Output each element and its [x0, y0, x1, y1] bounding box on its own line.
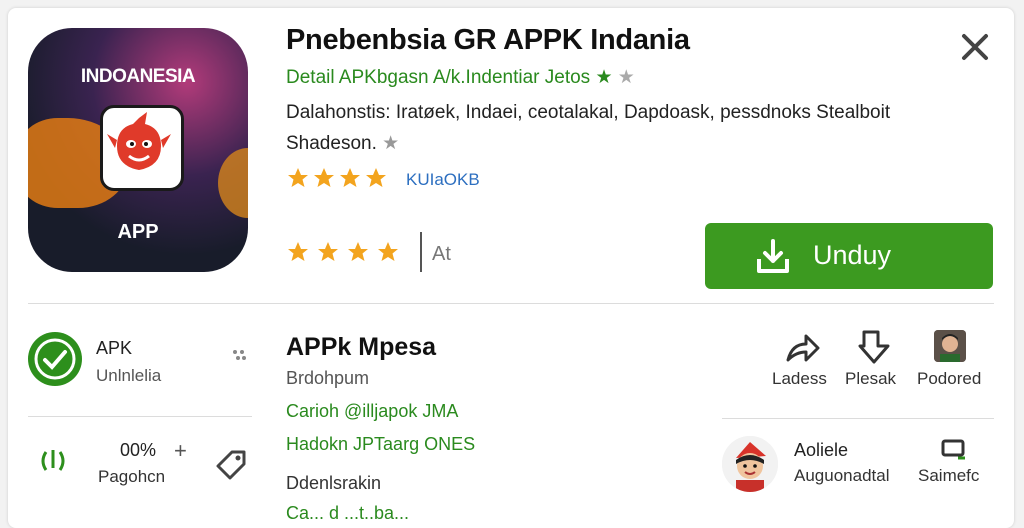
- action-label[interactable]: Podored: [917, 369, 981, 389]
- save-icon[interactable]: [856, 328, 892, 366]
- app-icon-label: APP: [117, 221, 159, 243]
- star-icon: ★: [595, 67, 613, 88]
- left-row1-sub: Unlnlelia: [96, 366, 162, 385]
- app-subtitle: Detail APKbgasn A/k.Indentiar Jetos ★ ★: [286, 66, 635, 89]
- divider: [28, 303, 994, 304]
- rating-small: [286, 166, 388, 190]
- download-icon: [757, 239, 789, 273]
- avatar[interactable]: [934, 330, 966, 362]
- avatar[interactable]: [722, 436, 778, 492]
- rating-big: [286, 240, 400, 264]
- left-row1-title: APK: [96, 338, 133, 358]
- app-description-text: Dalahonstis: Iratøek, Indaei, ceotalakal…: [286, 102, 891, 154]
- device-icon[interactable]: [940, 438, 968, 464]
- user-sub: Auguonadtal: [794, 466, 890, 485]
- star-icon: [348, 242, 368, 261]
- section-line: Brdohpum: [286, 368, 370, 388]
- left-row2-plus: +: [174, 438, 187, 463]
- star-icon: [318, 242, 338, 261]
- app-subtitle-text: Detail APKbgasn A/k.Indentiar Jetos: [286, 67, 591, 88]
- star-icon: [288, 168, 308, 187]
- verified-check-icon: [28, 332, 82, 386]
- divider: [722, 418, 994, 419]
- download-label: Unduy: [813, 240, 892, 270]
- service-label[interactable]: Saimefc: [918, 466, 979, 486]
- star-icon: [288, 242, 308, 261]
- rating-link[interactable]: KUIaOKB: [406, 170, 480, 190]
- rating-side-label: At: [432, 243, 451, 265]
- section-title: APPk Mpesa: [286, 333, 437, 361]
- star-icon: [314, 168, 334, 187]
- star-icon: [366, 168, 386, 187]
- power-icon: [36, 444, 70, 478]
- app-icon: INDOANESIA APP: [28, 28, 248, 272]
- divider: [28, 416, 252, 417]
- section-link[interactable]: Carioh @illjapok JMA: [286, 401, 458, 422]
- action-label[interactable]: Plesak: [845, 369, 896, 389]
- star-outline-icon: ★: [617, 67, 635, 88]
- section-link[interactable]: Ca... d ...t..ba...: [286, 503, 409, 524]
- app-description: Dalahonstis: Iratøek, Indaei, ceotalakal…: [286, 97, 926, 159]
- left-row2-value: 00%: [120, 440, 157, 460]
- close-icon[interactable]: [960, 32, 990, 62]
- user-title: Aoliele: [794, 440, 849, 460]
- section-line: Ddenlsrakin: [286, 473, 382, 493]
- more-dots-icon[interactable]: [230, 346, 248, 364]
- mascot-icon: [100, 105, 184, 191]
- star-outline-icon: ★: [382, 133, 400, 154]
- download-button[interactable]: Unduy: [705, 223, 993, 289]
- share-icon[interactable]: [784, 330, 820, 366]
- divider: [420, 232, 422, 272]
- left-row2-sub: Pagohcn: [98, 467, 166, 486]
- app-title: Pnebenbsia GR APPK Indania: [286, 24, 690, 56]
- star-icon: [340, 168, 360, 187]
- tag-icon[interactable]: [214, 446, 250, 482]
- star-icon: [378, 242, 398, 261]
- map-shape: [218, 148, 248, 218]
- app-icon-country-label: INDOANESIA: [80, 66, 196, 87]
- action-label[interactable]: Ladess: [772, 369, 827, 389]
- section-link[interactable]: Hadokn JPTaarg ONES: [286, 434, 475, 455]
